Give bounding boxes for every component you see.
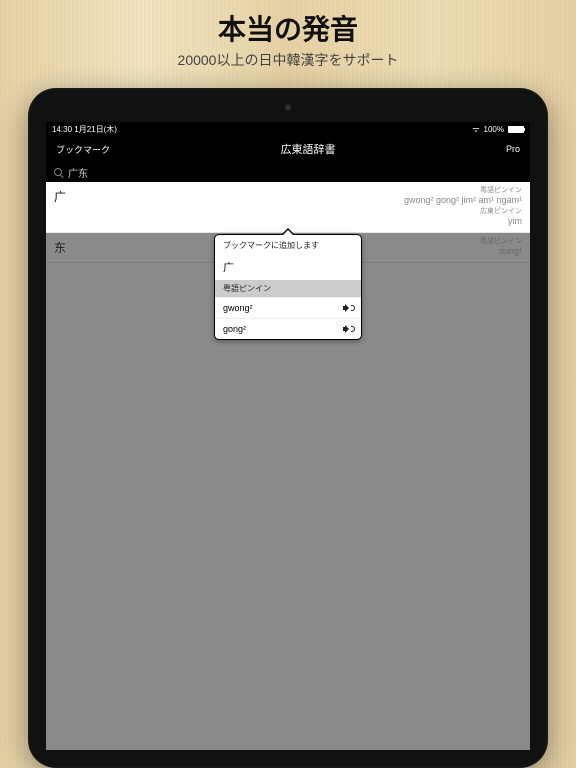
reading-label: 広東ピンイン <box>404 207 522 216</box>
speaker-icon[interactable] <box>343 325 353 333</box>
nav-bookmarks-button[interactable]: ブックマーク <box>56 143 110 156</box>
popup-pronunciation-item[interactable]: gwong² <box>215 297 361 318</box>
result-readings: 粤語ピンイン dung¹ <box>480 237 522 258</box>
search-bar[interactable]: 广东 <box>46 162 530 182</box>
status-bar: 14:30 1月21日(木) ᯤ 100% <box>46 122 530 136</box>
popup-pronunciation-item[interactable]: gong² <box>215 318 361 339</box>
popup-section-header: 粤語ピンイン <box>215 280 361 297</box>
battery-percent: 100% <box>484 125 504 134</box>
battery-icon <box>508 126 524 133</box>
reading-value: yim <box>404 216 522 228</box>
promo-banner: 本当の発音 20000以上の日中韓漢字をサポート <box>0 0 576 70</box>
search-icon <box>54 168 62 176</box>
wifi-icon: ᯤ <box>472 124 479 135</box>
popup-reading: gwong² <box>223 303 253 313</box>
status-date: 1月21日(木) <box>74 125 117 134</box>
search-query: 广东 <box>68 165 88 180</box>
camera-dot <box>285 104 292 111</box>
popup-header: ブックマークに追加します <box>215 235 361 256</box>
bookmark-popup: ブックマークに追加します 广 粤語ピンイン gwong² gong² <box>214 234 362 340</box>
reading-value: gwong² gong² jim² am¹ ngam¹ <box>404 195 522 207</box>
result-readings: 粤語ピンイン gwong² gong² jim² am¹ ngam¹ 広東ピンイ… <box>404 186 522 228</box>
popup-reading: gong² <box>223 324 246 334</box>
promo-title: 本当の発音 <box>0 8 576 48</box>
status-left: 14:30 1月21日(木) <box>52 124 117 135</box>
result-row[interactable]: 广 粤語ピンイン gwong² gong² jim² am¹ ngam¹ 広東ピ… <box>46 182 530 233</box>
reading-label: 粤語ピンイン <box>480 237 522 246</box>
speaker-icon[interactable] <box>343 304 353 312</box>
nav-pro-button[interactable]: Pro <box>506 144 520 154</box>
status-right: ᯤ 100% <box>472 124 524 135</box>
ipad-frame: 14:30 1月21日(木) ᯤ 100% ブックマーク 広東語辞書 Pro 广… <box>28 88 548 768</box>
nav-title: 広東語辞書 <box>281 141 336 157</box>
status-time: 14:30 <box>52 125 72 134</box>
result-char: 东 <box>54 237 66 256</box>
reading-label: 粤語ピンイン <box>404 186 522 195</box>
popup-char: 广 <box>215 256 361 280</box>
result-char: 广 <box>54 186 66 205</box>
screen: 14:30 1月21日(木) ᯤ 100% ブックマーク 広東語辞書 Pro 广… <box>46 122 530 750</box>
nav-bar: ブックマーク 広東語辞書 Pro <box>46 136 530 162</box>
reading-value: dung¹ <box>480 246 522 258</box>
promo-subtitle: 20000以上の日中韓漢字をサポート <box>0 50 576 70</box>
